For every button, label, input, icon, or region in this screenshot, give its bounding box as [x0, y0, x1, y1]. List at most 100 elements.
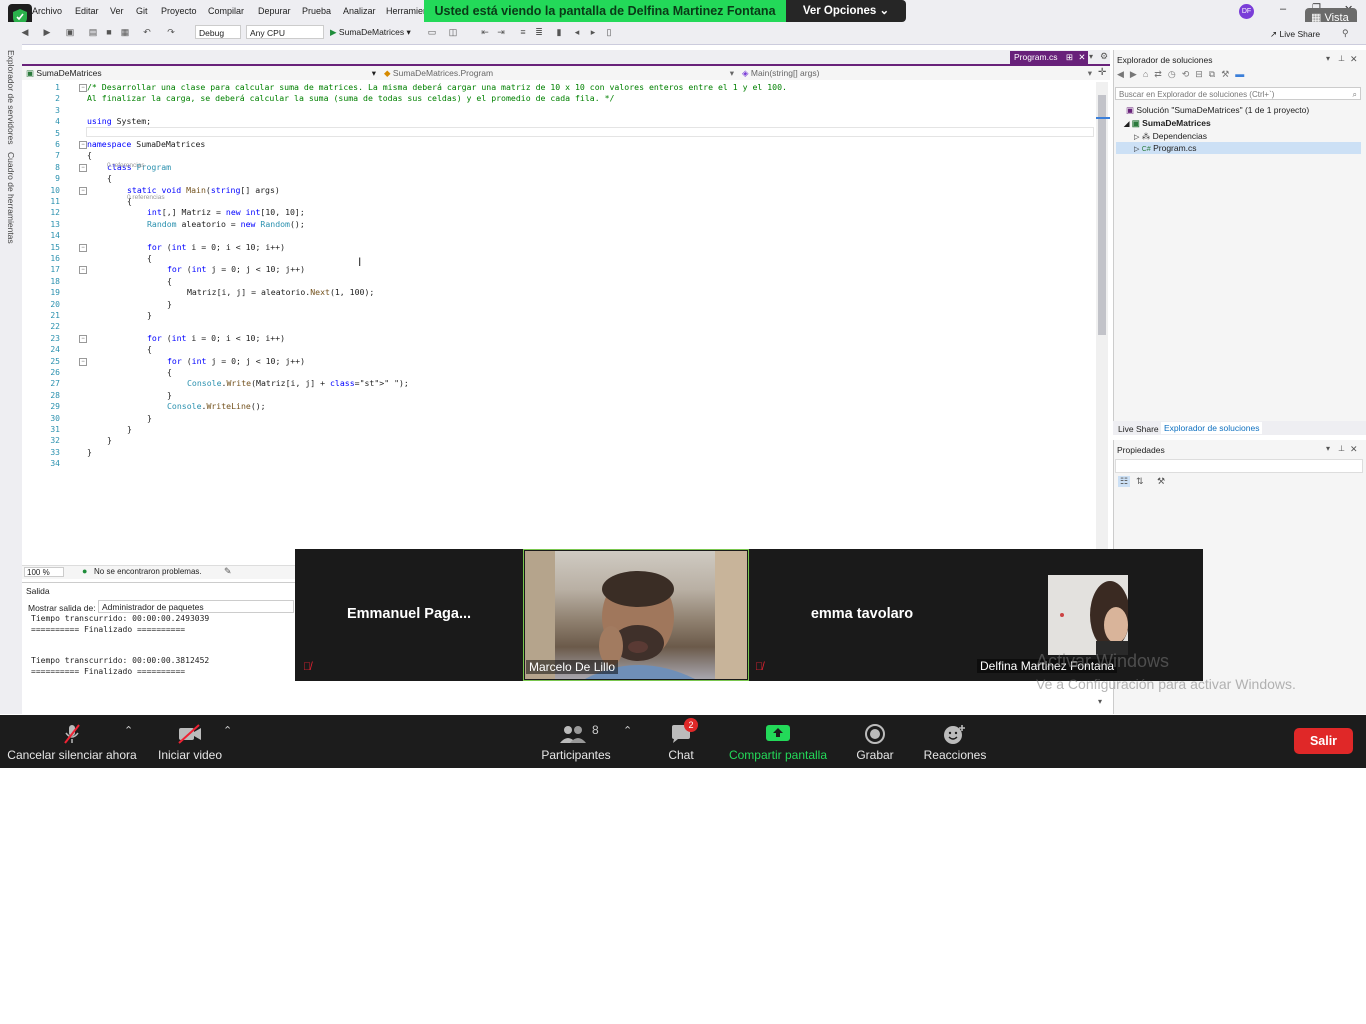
next-bookmark-icon[interactable]: ▸	[588, 27, 598, 37]
menu-ver[interactable]: Ver	[110, 6, 124, 16]
comment-icon[interactable]: ≡	[518, 27, 528, 37]
collapse-arrow-icon[interactable]: ▷	[1134, 134, 1139, 141]
fold-toggle-icon[interactable]: −	[79, 334, 87, 343]
menu-git[interactable]: Git	[136, 6, 148, 16]
output-source-select[interactable]: Administrador de paquetes	[98, 600, 294, 613]
code-line[interactable]: {	[147, 253, 152, 264]
pin-icon[interactable]: ⊥	[1338, 54, 1345, 63]
audio-options-chevron-icon[interactable]: ⌃	[124, 724, 133, 737]
menu-editar[interactable]: Editar	[75, 6, 99, 16]
property-pages-icon[interactable]: ⚒	[1157, 476, 1165, 487]
participant-tile[interactable]: emma tavolaro 🎙̸	[749, 549, 975, 681]
close-panel-icon[interactable]: ✕	[1350, 444, 1358, 455]
config-select[interactable]: Debug	[195, 25, 241, 39]
class-dropdown[interactable]: ◆ SumaDeMatrices.Program ▾	[384, 67, 736, 79]
chat-button[interactable]: 2 Chat	[652, 715, 710, 768]
new-project-icon[interactable]: ▣	[65, 27, 75, 37]
unmute-button[interactable]: Cancelar silenciar ahora	[6, 715, 138, 768]
participants-button[interactable]: 8 Participantes	[536, 715, 616, 768]
tab-solution-explorer[interactable]: Explorador de soluciones	[1161, 422, 1263, 434]
brush-icon[interactable]: ✎	[224, 566, 232, 577]
fold-toggle-icon[interactable]: −	[79, 186, 87, 195]
tree-item-solution[interactable]: ▣ Solución "SumaDeMatrices" (1 de 1 proy…	[1126, 105, 1309, 116]
pin-icon[interactable]: ⊞	[1066, 52, 1073, 62]
fold-toggle-icon[interactable]: −	[79, 357, 87, 366]
code-line[interactable]: {	[147, 344, 152, 355]
code-line[interactable]: Console.Write(Matriz[i, j] + class="st">…	[187, 378, 409, 389]
properties-object-select[interactable]	[1115, 459, 1363, 473]
tab-program-cs[interactable]: Program.cs ⊞ ✕	[1010, 51, 1088, 64]
problems-status[interactable]: No se encontraron problemas.	[94, 567, 202, 576]
code-line[interactable]: {	[167, 276, 172, 287]
fold-toggle-icon[interactable]: −	[79, 243, 87, 252]
platform-select[interactable]: Any CPU	[246, 25, 324, 39]
forward-icon[interactable]: ▶	[1130, 69, 1143, 79]
editor-scroll-thumb[interactable]	[1098, 95, 1106, 335]
bookmark-icon[interactable]: ▮	[554, 27, 564, 37]
code-line[interactable]: Console.WriteLine();	[167, 401, 266, 412]
code-line[interactable]: }	[87, 447, 92, 458]
save-icon[interactable]: ■	[104, 27, 114, 37]
tab-list-icon[interactable]: ▾	[1089, 52, 1093, 61]
view-options-button[interactable]: Ver Opciones ⌄	[786, 0, 906, 22]
redo-icon[interactable]: ↷	[166, 27, 176, 37]
toolbox-tab[interactable]: Cuadro de herramientas	[6, 152, 16, 244]
participant-tile-speaking[interactable]: Marcelo De Lillo	[523, 549, 749, 681]
member-dropdown[interactable]: ◈ Main(string[] args) ▾	[742, 67, 1094, 79]
server-explorer-tab[interactable]: Explorador de servidores	[6, 50, 16, 145]
code-line[interactable]: namespace SumaDeMatrices	[87, 139, 205, 150]
code-line[interactable]: for (int i = 0; i < 10; i++)	[147, 333, 285, 344]
code-line[interactable]: for (int j = 0; j < 10; j++)	[167, 264, 305, 275]
diagnostics-icon[interactable]: ◫	[448, 27, 458, 37]
preview-icon[interactable]: ▬	[1235, 69, 1250, 79]
show-all-files-icon[interactable]: ⧉	[1209, 69, 1221, 79]
settings-icon[interactable]: ⚙	[1100, 51, 1108, 62]
code-line[interactable]: for (int i = 0; i < 10; i++)	[147, 242, 285, 253]
solution-search-input[interactable]: Buscar en Explorador de soluciones (Ctrl…	[1115, 87, 1361, 100]
participant-tile[interactable]: Emmanuel Paga... 🎙̸	[295, 549, 523, 681]
code-line[interactable]: int[,] Matriz = new int[10, 10];	[147, 207, 305, 218]
code-line[interactable]: }	[147, 413, 152, 424]
output-scroll-down-icon[interactable]: ▾	[1098, 697, 1102, 706]
minimize-icon[interactable]: –	[1280, 3, 1286, 15]
switch-views-icon[interactable]: ⇄	[1154, 69, 1168, 79]
share-screen-button[interactable]: Compartir pantalla	[724, 715, 832, 768]
video-options-chevron-icon[interactable]: ⌃	[223, 724, 232, 737]
split-editor-icon[interactable]: ✛	[1098, 67, 1106, 78]
code-line[interactable]: }	[167, 299, 172, 310]
undo-icon[interactable]: ↶	[142, 27, 152, 37]
tab-live-share[interactable]: Live Share	[1118, 424, 1159, 434]
categorized-icon[interactable]: ☷	[1118, 476, 1131, 487]
start-video-button[interactable]: Iniciar video	[150, 715, 230, 768]
save-all-icon[interactable]: ▦	[120, 27, 130, 37]
uncomment-icon[interactable]: ≣	[534, 27, 544, 37]
references-lens-class[interactable]: 0 referencias	[107, 162, 145, 169]
menu-herramientas[interactable]: Herramien	[386, 6, 428, 16]
code-line[interactable]: {	[167, 367, 172, 378]
code-line[interactable]: for (int j = 0; j < 10; j++)	[167, 356, 305, 367]
open-icon[interactable]: ▤	[88, 27, 98, 37]
panel-menu-icon[interactable]: ▾	[1326, 54, 1330, 63]
code-line[interactable]: /* Desarrollar una clase para calcular s…	[87, 82, 787, 93]
start-button[interactable]: ▶ SumaDeMatrices ▾	[330, 26, 411, 39]
sync-icon[interactable]: ⟲	[1182, 69, 1196, 79]
properties-icon[interactable]: ⚒	[1221, 69, 1235, 79]
menu-prueba[interactable]: Prueba	[302, 6, 331, 16]
fold-toggle-icon[interactable]: −	[79, 266, 87, 275]
close-tab-icon[interactable]: ✕	[1078, 52, 1085, 62]
menu-analizar[interactable]: Analizar	[343, 6, 376, 16]
code-line[interactable]: Matriz[i, j] = aleatorio.Next(1, 100);	[187, 287, 374, 298]
code-line[interactable]: }	[167, 390, 172, 401]
live-share-button[interactable]: ↗ Live Share	[1270, 29, 1320, 40]
record-button[interactable]: Grabar	[848, 715, 902, 768]
code-line[interactable]: }	[107, 435, 112, 446]
code-line[interactable]: {	[107, 173, 112, 184]
menu-archivo[interactable]: Archivo	[32, 6, 62, 16]
code-line[interactable]: using System;	[87, 116, 151, 127]
code-line[interactable]: Random aleatorio = new Random();	[147, 219, 305, 230]
close-panel-icon[interactable]: ✕	[1350, 54, 1358, 65]
clear-bookmarks-icon[interactable]: ▯	[604, 27, 614, 37]
references-lens-method[interactable]: 0 referencias	[127, 194, 165, 201]
panel-menu-icon[interactable]: ▾	[1326, 444, 1330, 453]
prev-bookmark-icon[interactable]: ◂	[572, 27, 582, 37]
